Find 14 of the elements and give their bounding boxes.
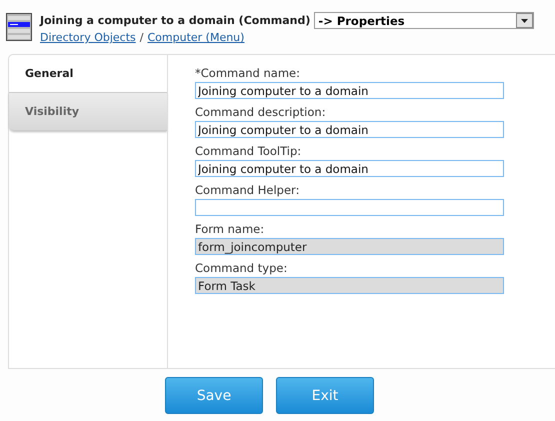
page-title: Joining a computer to a domain (Command) xyxy=(40,14,310,27)
tab[interactable]: Visibility xyxy=(9,93,167,131)
field-label: Form name: xyxy=(195,222,266,236)
breadcrumb-link[interactable]: Directory Objects xyxy=(40,31,136,44)
breadcrumb-link[interactable]: Computer (Menu) xyxy=(147,31,244,44)
list-icon xyxy=(6,13,32,41)
field-label: Command type: xyxy=(195,261,288,275)
input-field[interactable] xyxy=(195,199,504,216)
view-dropdown[interactable]: -> Properties xyxy=(314,12,534,29)
field-label: Command Helper: xyxy=(195,183,300,197)
field-label: Command ToolTip: xyxy=(195,144,302,158)
field-label: Command description: xyxy=(195,105,327,119)
breadcrumb-separator: / xyxy=(140,31,144,44)
field-label: *Command name: xyxy=(195,66,301,80)
